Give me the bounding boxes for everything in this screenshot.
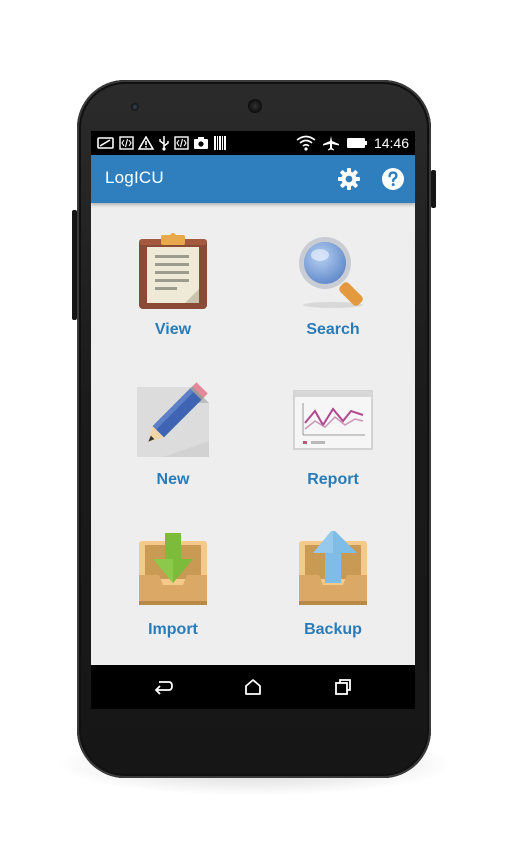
volume-button (72, 210, 77, 320)
code-icon (119, 136, 134, 150)
menu-label-search: Search (306, 321, 360, 338)
recents-icon (335, 679, 351, 695)
import-tray-icon (139, 533, 207, 605)
back-icon (154, 681, 173, 695)
settings-button[interactable] (337, 167, 361, 191)
battery-saver-icon (97, 136, 115, 150)
wifi-icon (296, 135, 316, 151)
menu-tile-report[interactable]: Report (253, 353, 413, 503)
help-icon (382, 168, 404, 190)
menu-label-new: New (156, 471, 190, 488)
backup-tray-icon (299, 531, 367, 605)
status-bar: 14:46 (91, 131, 415, 155)
menu-label-import: Import (148, 621, 198, 638)
phone-screen: 14:46 LogICU View Search New Report Impo… (91, 131, 415, 709)
light-sensor (376, 105, 380, 109)
gear-icon (338, 168, 360, 190)
airplane-mode-icon (322, 135, 340, 151)
menu-tile-new[interactable]: New (93, 353, 253, 503)
chart-report-icon (293, 390, 373, 450)
home-button[interactable] (242, 676, 264, 698)
navigation-bar (91, 665, 415, 709)
help-button[interactable] (381, 167, 405, 191)
magnifier-icon (299, 237, 363, 308)
recents-button[interactable] (332, 676, 354, 698)
menu-tile-import[interactable]: Import (93, 503, 253, 653)
earpiece-speaker (248, 99, 262, 113)
code-icon-2 (174, 136, 189, 150)
app-title: LogICU (105, 168, 164, 187)
power-button (431, 170, 436, 208)
usb-icon (158, 135, 170, 151)
clipboard-icon (139, 233, 207, 309)
app-bar: LogICU (91, 155, 415, 203)
screenshot-icon (193, 136, 209, 150)
menu-label-report: Report (307, 471, 359, 488)
menu-label-backup: Backup (304, 621, 362, 638)
status-time: 14:46 (373, 135, 409, 151)
menu-tile-search[interactable]: Search (253, 203, 413, 353)
menu-tile-view[interactable]: View (93, 203, 253, 353)
barcode-icon (213, 135, 227, 151)
proximity-sensor (366, 105, 370, 109)
warning-icon (138, 136, 154, 150)
back-button[interactable] (153, 676, 175, 698)
battery-icon (346, 136, 368, 150)
menu-tile-backup[interactable]: Backup (253, 503, 413, 653)
menu-label-view: View (154, 321, 192, 338)
home-icon (245, 679, 261, 695)
front-camera (131, 103, 139, 111)
main-menu-grid: View Search New Report Import Backup (91, 203, 415, 665)
pencil-note-icon (137, 382, 209, 457)
